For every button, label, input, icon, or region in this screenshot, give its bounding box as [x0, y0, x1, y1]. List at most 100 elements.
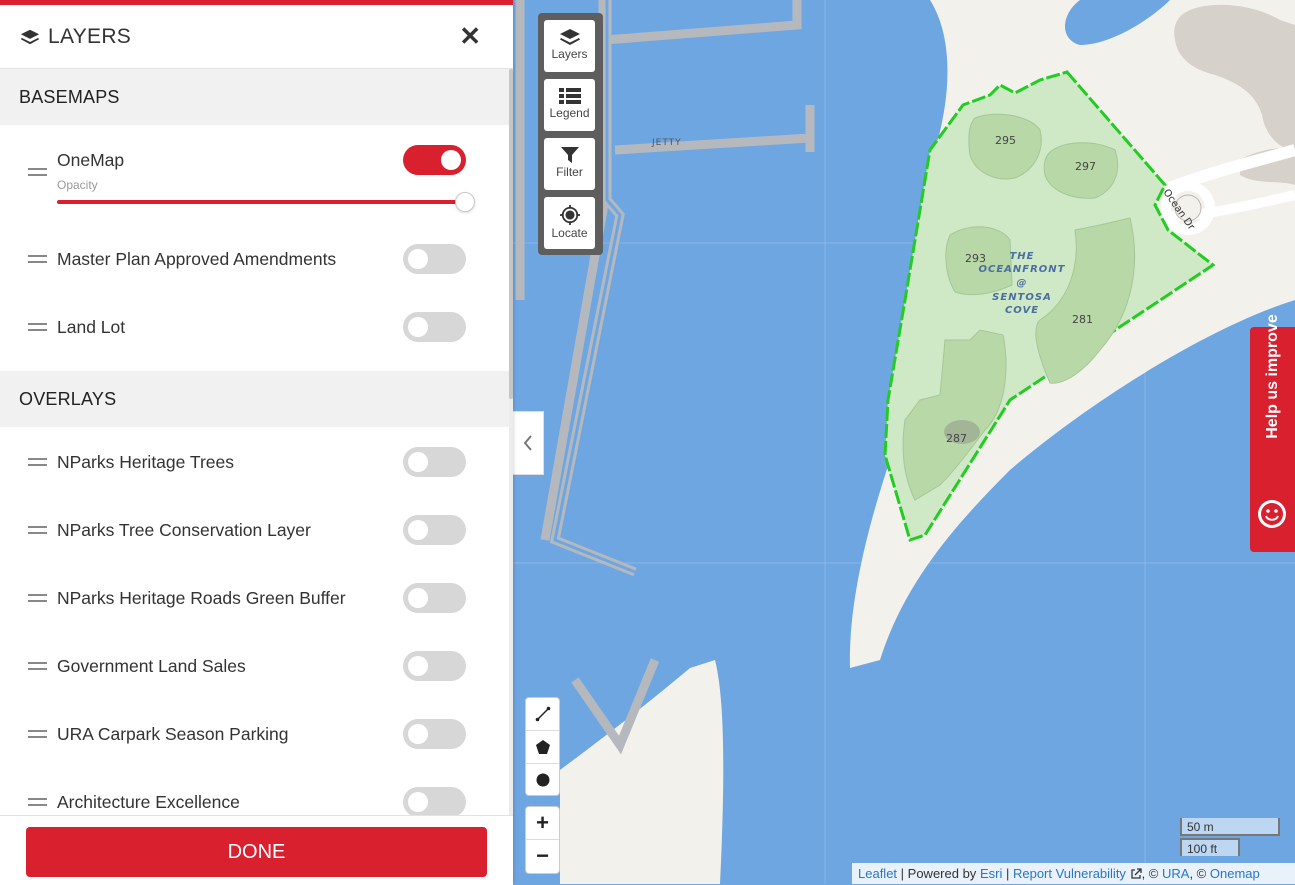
drag-handle-icon[interactable]	[28, 323, 47, 331]
copyright-text: , ©	[1189, 866, 1207, 881]
jetty-label: JETTY	[651, 138, 682, 148]
list-icon	[558, 88, 581, 104]
locate-tool-button[interactable]: Locate	[544, 197, 595, 249]
layer-toggle[interactable]	[403, 651, 466, 681]
layer-label: NParks Heritage Roads Green Buffer	[57, 588, 346, 608]
chevron-left-icon	[523, 435, 532, 451]
block-label: 297	[1075, 160, 1096, 173]
zoom-out-button[interactable]: −	[526, 840, 559, 872]
attribution-bar: Leaflet | Powered by Esri | Report Vulne…	[852, 863, 1295, 884]
layers-icon	[559, 29, 580, 45]
layer-toggle[interactable]	[403, 244, 466, 274]
ura-link[interactable]: URA	[1162, 866, 1189, 881]
scale-imperial: 100 ft	[1180, 838, 1240, 856]
panel-collapse-button[interactable]	[513, 411, 544, 475]
layers-panel: LAYERS ✕ BASEMAPS OneMap Opacity Master …	[0, 0, 513, 885]
locate-icon	[559, 205, 580, 225]
panel-footer: DONE	[0, 815, 513, 885]
layer-row-architecture: Architecture Excellence	[0, 767, 509, 815]
drag-handle-icon[interactable]	[28, 458, 47, 466]
leaflet-link[interactable]: Leaflet	[858, 866, 897, 881]
basemaps-heading: BASEMAPS	[0, 69, 509, 125]
scrollbar-thumb[interactable]	[509, 69, 513, 399]
filter-tool-button[interactable]: Filter	[544, 138, 595, 190]
zoom-in-button[interactable]: +	[526, 807, 559, 840]
layer-toggle[interactable]	[403, 515, 466, 545]
layer-label: Master Plan Approved Amendments	[57, 249, 337, 269]
estate-label-2: OCEANFRONT	[978, 264, 1065, 275]
layer-label: NParks Tree Conservation Layer	[57, 520, 311, 540]
layer-toggle[interactable]	[403, 583, 466, 613]
block-label: 287	[946, 432, 967, 445]
layers-tool-button[interactable]: Layers	[544, 20, 595, 72]
block-label: 295	[995, 134, 1016, 147]
zoom-control: + −	[525, 806, 560, 874]
layer-toggle[interactable]	[403, 719, 466, 749]
panel-scrollbar[interactable]	[509, 69, 513, 815]
layer-label: NParks Heritage Trees	[57, 452, 235, 472]
layer-toggle[interactable]	[403, 145, 466, 175]
locate-tool-label: Locate	[551, 226, 588, 240]
estate-label-3: @	[1017, 278, 1028, 289]
layer-label: Land Lot	[57, 317, 126, 337]
layers-list[interactable]: BASEMAPS OneMap Opacity Master Plan Appr…	[0, 69, 509, 815]
layer-row-tree-conservation: NParks Tree Conservation Layer	[0, 495, 509, 563]
overlays-heading: OVERLAYS	[0, 371, 509, 427]
opacity-slider-thumb[interactable]	[455, 192, 475, 212]
drag-handle-icon[interactable]	[28, 798, 47, 806]
layer-row-carpark: URA Carpark Season Parking	[0, 699, 509, 767]
onemap-link[interactable]: Onemap	[1210, 866, 1260, 881]
draw-toolbar	[525, 697, 560, 796]
layer-row-heritage-trees: NParks Heritage Trees	[0, 427, 509, 495]
scale-bar: 50 m 100 ft	[1180, 818, 1280, 856]
layer-row-land-lot: Land Lot	[0, 303, 509, 371]
opacity-label: Opacity	[57, 178, 98, 192]
drag-handle-icon[interactable]	[28, 526, 47, 534]
layer-label: OneMap	[57, 150, 125, 170]
draw-line-button[interactable]	[526, 698, 559, 731]
panel-title: LAYERS	[48, 24, 132, 48]
layer-toggle[interactable]	[403, 312, 466, 342]
smiley-icon	[1258, 500, 1286, 528]
external-link-icon	[1130, 867, 1142, 879]
layer-label: Architecture Excellence	[57, 792, 240, 812]
panel-header: LAYERS ✕	[0, 5, 513, 69]
layer-toggle[interactable]	[403, 447, 466, 477]
done-button[interactable]: DONE	[26, 827, 487, 877]
map-toolbox: Layers Legend Filter Locate	[538, 13, 603, 255]
filter-icon	[560, 147, 579, 163]
layer-row-master-plan: Master Plan Approved Amendments	[0, 235, 509, 303]
estate-label-4: SENTOSA	[992, 292, 1052, 303]
layer-label: URA Carpark Season Parking	[57, 724, 289, 744]
layer-toggle[interactable]	[403, 787, 466, 815]
close-icon[interactable]: ✕	[459, 23, 481, 49]
report-vulnerability-link[interactable]: Report Vulnerability	[1013, 866, 1126, 881]
attribution-separator: |	[1005, 866, 1010, 881]
feedback-label: Help us improve	[1263, 314, 1281, 439]
layers-icon	[20, 29, 40, 44]
circle-icon	[536, 773, 549, 787]
scale-metric: 50 m	[1180, 818, 1280, 836]
copyright-text: , ©	[1141, 866, 1159, 881]
layer-row-heritage-roads: NParks Heritage Roads Green Buffer	[0, 563, 509, 631]
feedback-tab[interactable]: Help us improve	[1250, 314, 1295, 552]
opacity-slider-track[interactable]	[57, 200, 465, 204]
block-label: 281	[1072, 313, 1093, 326]
polygon-icon	[535, 740, 550, 754]
powered-by-text: | Powered by	[900, 866, 977, 881]
legend-tool-label: Legend	[549, 106, 590, 120]
esri-link[interactable]: Esri	[980, 866, 1002, 881]
drag-handle-icon[interactable]	[28, 730, 47, 738]
draw-circle-button[interactable]	[526, 764, 559, 796]
drag-handle-icon[interactable]	[28, 168, 47, 176]
estate-label-5: COVE	[1005, 305, 1039, 316]
estate-label-1: THE	[1009, 251, 1034, 262]
legend-tool-button[interactable]: Legend	[544, 79, 595, 131]
drag-handle-icon[interactable]	[28, 594, 47, 602]
layer-row-land-sales: Government Land Sales	[0, 631, 509, 699]
draw-polygon-button[interactable]	[526, 731, 559, 764]
layer-row-onemap: OneMap Opacity	[0, 125, 509, 235]
drag-handle-icon[interactable]	[28, 255, 47, 263]
drag-handle-icon[interactable]	[28, 662, 47, 670]
filter-tool-label: Filter	[556, 165, 583, 179]
